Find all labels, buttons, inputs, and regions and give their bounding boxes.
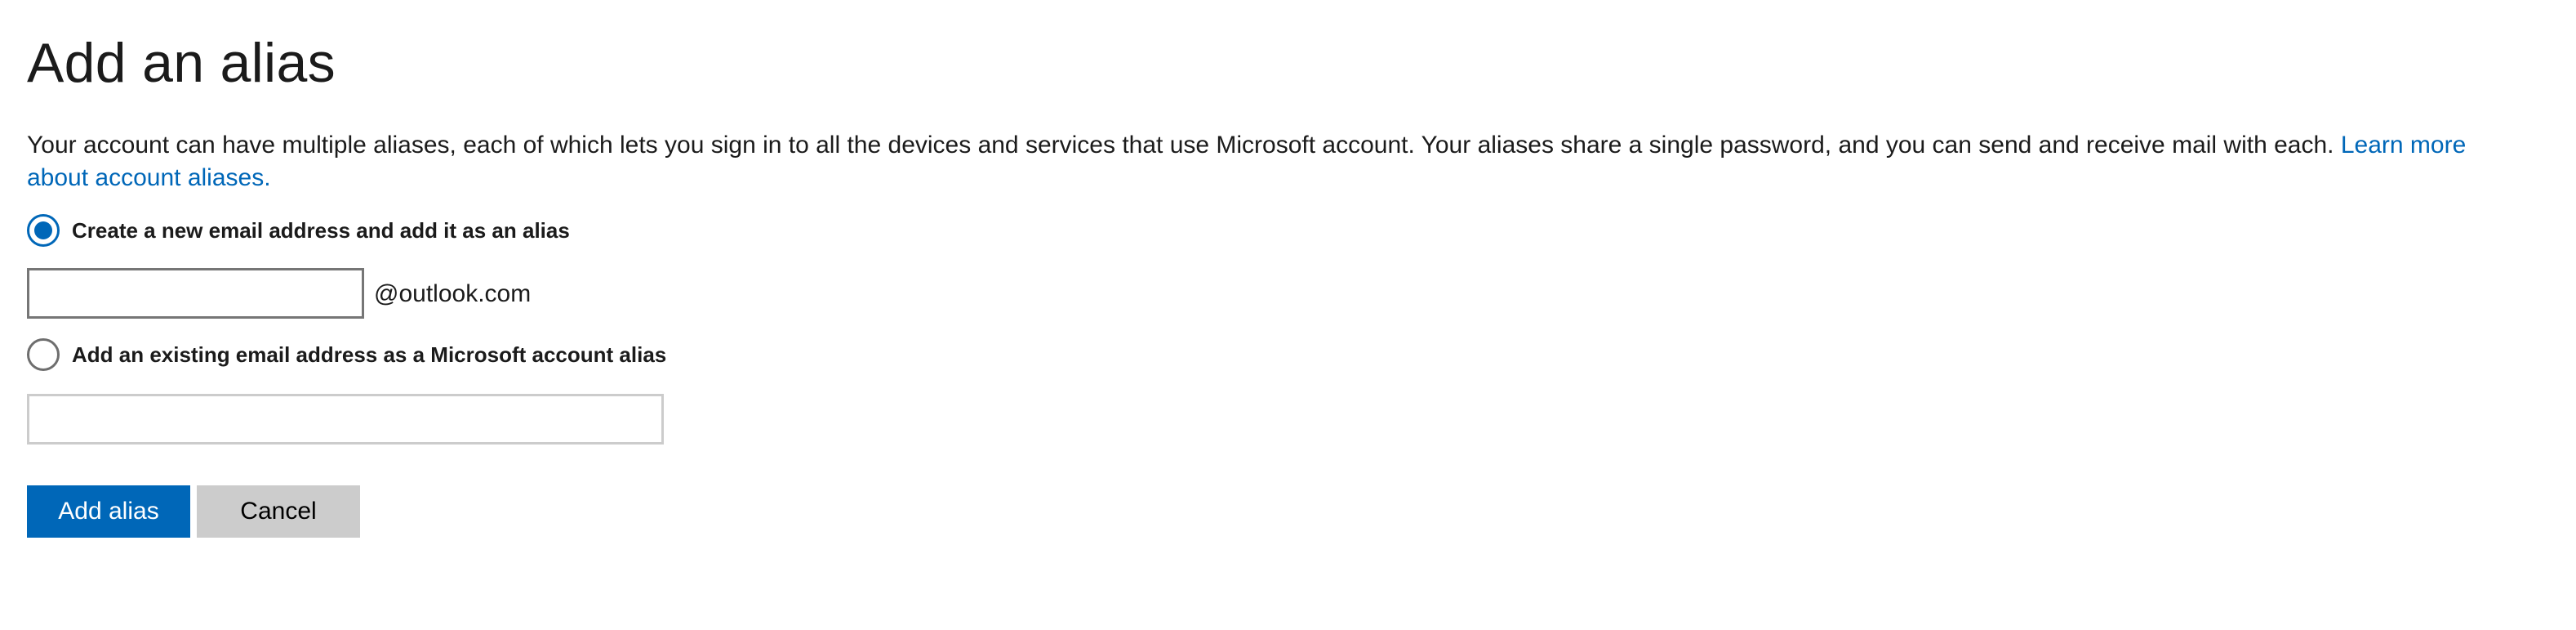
page-title: Add an alias bbox=[27, 32, 336, 94]
description-text: Your account can have multiple aliases, … bbox=[27, 132, 2334, 159]
option-existing-address[interactable]: Add an existing email address as a Micro… bbox=[27, 338, 666, 371]
radio-existing-address[interactable] bbox=[27, 338, 60, 371]
add-alias-page: Add an alias Your account can have multi… bbox=[0, 0, 2576, 630]
new-alias-input[interactable] bbox=[27, 268, 364, 319]
radio-create-new-address[interactable] bbox=[27, 214, 60, 247]
option-existing-label[interactable]: Add an existing email address as a Micro… bbox=[72, 342, 666, 368]
option-create-new-label[interactable]: Create a new email address and add it as… bbox=[72, 218, 570, 244]
domain-suffix: @outlook.com bbox=[374, 280, 532, 307]
add-alias-button[interactable]: Add alias bbox=[27, 485, 190, 538]
option-create-new-address[interactable]: Create a new email address and add it as… bbox=[27, 214, 570, 247]
existing-address-input[interactable] bbox=[27, 394, 664, 445]
cancel-button[interactable]: Cancel bbox=[197, 485, 360, 538]
page-description: Your account can have multiple aliases, … bbox=[27, 129, 2525, 194]
